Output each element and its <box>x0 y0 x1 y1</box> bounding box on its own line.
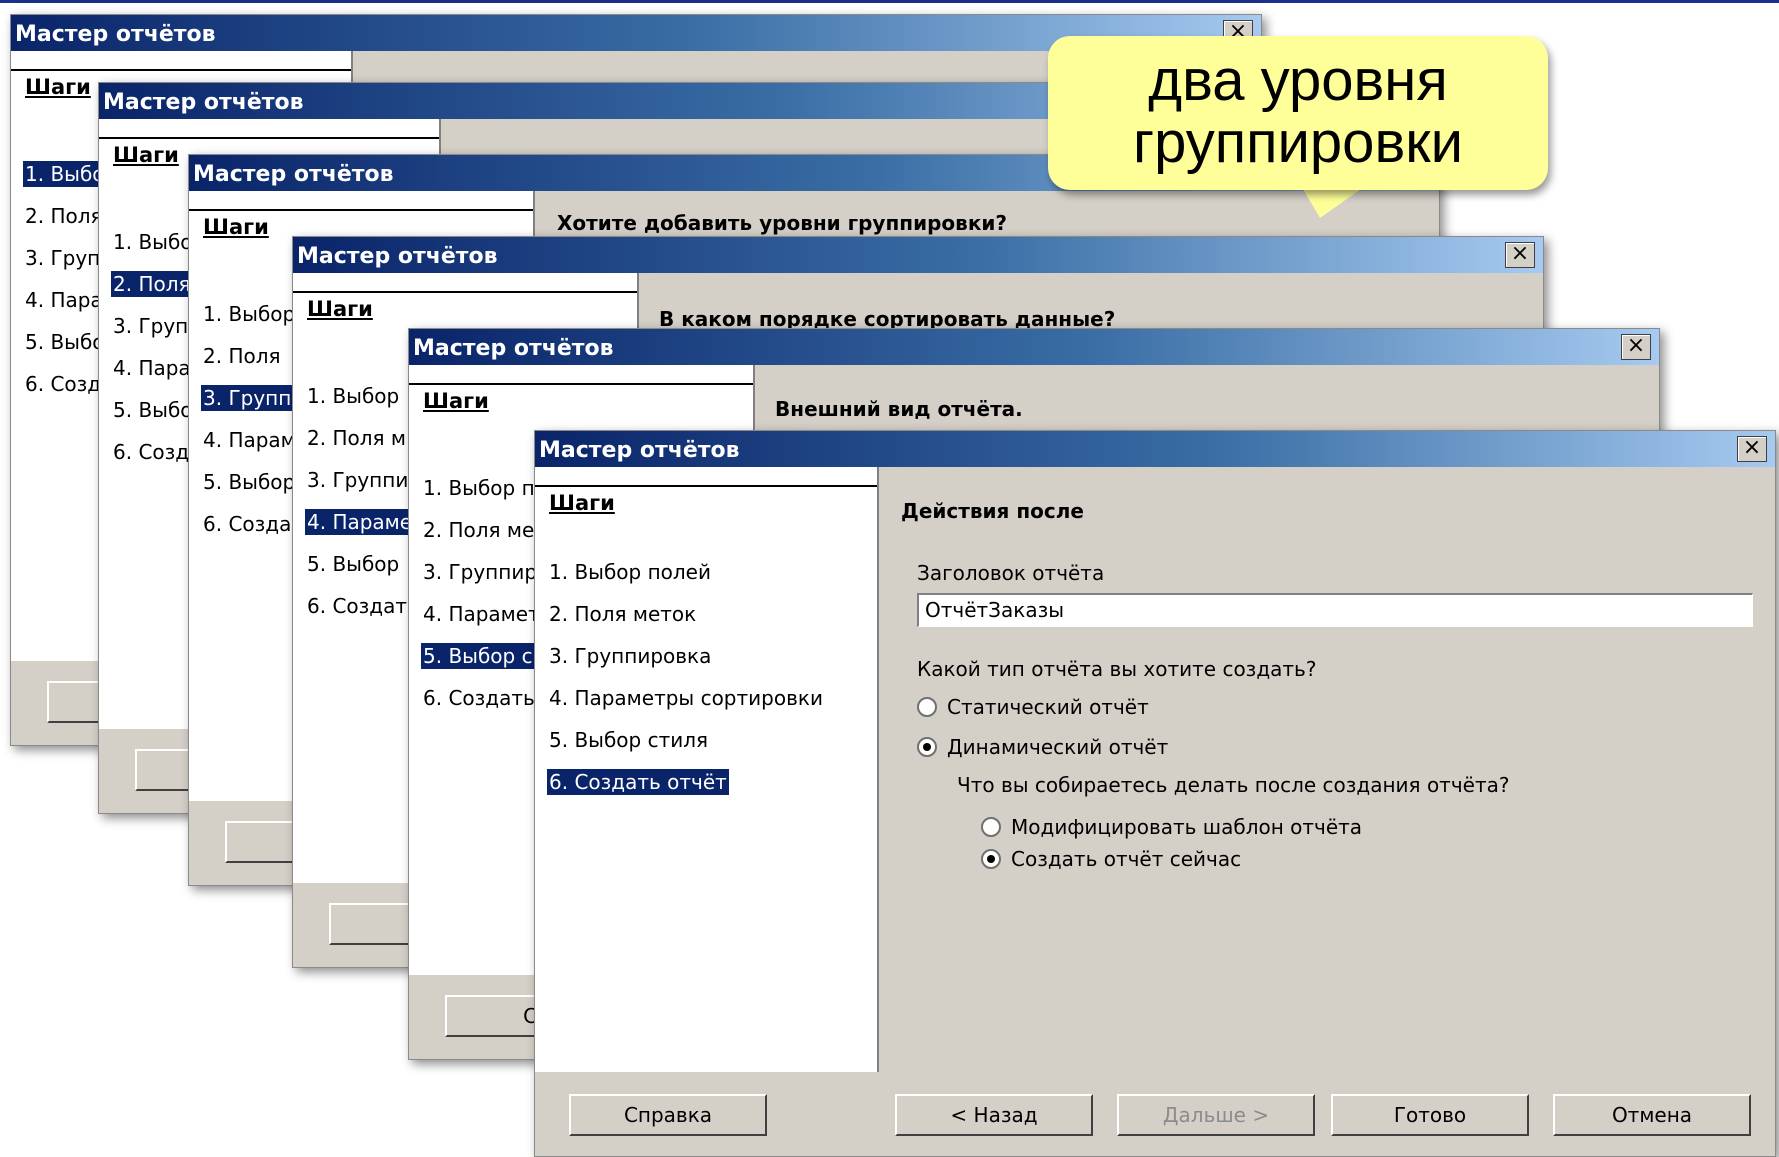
step-item[interactable]: 3. Группир <box>421 559 539 585</box>
report-title-input[interactable]: ОтчётЗаказы <box>917 593 1753 627</box>
steps-header: Шаги <box>307 297 373 321</box>
step-item[interactable]: 2. Поля <box>23 203 105 229</box>
step-item-sort-options[interactable]: 4. Параметры сортировки <box>547 685 825 711</box>
step-item-choose-style[interactable]: 5. Выбор стиля <box>547 727 710 753</box>
steps-divider <box>99 137 439 139</box>
step-item[interactable]: 5. Выбор <box>305 551 401 577</box>
step-item[interactable]: 1. Выбор <box>305 383 401 409</box>
callout-text: два уровня группировки <box>1048 50 1548 174</box>
callout-line-1: два уровня <box>1148 48 1448 113</box>
steps-panel: Шаги 1. Выбор полей 2. Поля меток 3. Гру… <box>535 467 879 1072</box>
window-title: Мастер отчётов <box>15 22 216 47</box>
after-creation-question: Что вы собираетесь делать после создания… <box>957 773 1510 797</box>
steps-header: Шаги <box>549 491 615 515</box>
cancel-button[interactable]: Отмена <box>1553 1094 1751 1136</box>
step-item[interactable]: 2. Поля <box>201 343 283 369</box>
step-item[interactable]: 2. Поля м <box>305 425 408 451</box>
static-report-option[interactable]: Статический отчёт <box>917 695 1317 721</box>
close-button[interactable]: × <box>1737 436 1767 462</box>
dynamic-report-radio[interactable] <box>917 737 937 757</box>
step-item-selected[interactable]: 2. Поля <box>111 271 193 297</box>
report-type-question: Какой тип отчёта вы хотите создать? <box>917 657 1317 681</box>
steps-header: Шаги <box>423 389 489 413</box>
step-item[interactable]: 6. Созд <box>111 439 191 465</box>
step-item[interactable]: 1. Выбо <box>111 229 195 255</box>
steps-divider <box>409 383 753 385</box>
steps-divider <box>535 485 877 487</box>
step-item[interactable]: 6. Создат <box>305 593 409 619</box>
finish-button[interactable]: Готово <box>1331 1094 1529 1136</box>
step-item-selected[interactable]: 5. Выбор с <box>421 643 535 669</box>
create-now-radio[interactable] <box>981 849 1001 869</box>
step-item[interactable]: 5. Выбо <box>111 397 195 423</box>
modify-template-label: Модифицировать шаблон отчёта <box>1011 815 1363 839</box>
wizard-dialog-main: Мастер отчётов × Шаги 1. Выбор полей 2. … <box>534 430 1776 1157</box>
dynamic-report-option[interactable]: Динамический отчёт <box>917 735 1317 761</box>
title-bar[interactable]: Мастер отчётов × <box>293 237 1543 273</box>
step-item[interactable]: 1. Выбор п <box>421 475 537 501</box>
create-now-label: Создать отчёт сейчас <box>1011 847 1242 871</box>
modify-template-radio[interactable] <box>981 817 1001 837</box>
step-item[interactable]: 6. Созда <box>201 511 293 537</box>
panel-title: Хотите добавить уровни группировки? <box>557 211 1008 235</box>
panel-title: Внешний вид отчёта. <box>775 397 1023 421</box>
callout-line-2: группировки <box>1132 110 1464 175</box>
panel-title: Действия после <box>901 499 1084 523</box>
step-item[interactable]: 4. Парам <box>201 427 298 453</box>
step-item[interactable]: 1. Выбор <box>201 301 297 327</box>
steps-divider <box>293 291 637 293</box>
steps-header: Шаги <box>113 143 179 167</box>
step-item-selected[interactable]: 4. Параме <box>305 509 415 535</box>
step-item[interactable]: 5. Выбор <box>201 469 297 495</box>
step-item[interactable]: 4. Пара <box>23 287 105 313</box>
step-item[interactable]: 4. Пара <box>111 355 193 381</box>
window-title: Мастер отчётов <box>413 336 614 361</box>
close-button[interactable]: × <box>1621 334 1651 360</box>
static-report-label: Статический отчёт <box>947 695 1149 719</box>
dynamic-report-label: Динамический отчёт <box>947 735 1169 759</box>
steps-header: Шаги <box>25 75 91 99</box>
step-item-select-fields[interactable]: 1. Выбор полей <box>547 559 713 585</box>
close-button[interactable]: × <box>1505 242 1535 268</box>
step-item[interactable]: 6. Созд <box>23 371 103 397</box>
step-item-create-report[interactable]: 6. Создать отчёт <box>547 769 729 795</box>
steps-divider <box>11 69 351 71</box>
title-bar[interactable]: Мастер отчётов × <box>535 431 1775 467</box>
callout-note: два уровня группировки <box>1048 36 1548 190</box>
step-item-selected[interactable]: 1. Выбо <box>23 161 107 187</box>
title-bar[interactable]: Мастер отчётов × <box>409 329 1659 365</box>
step-item[interactable]: 3. Груп <box>111 313 190 339</box>
window-title: Мастер отчётов <box>297 244 498 269</box>
report-title-label: Заголовок отчёта <box>917 561 1105 585</box>
next-button[interactable]: Дальше > <box>1117 1094 1315 1136</box>
help-button[interactable]: Справка <box>569 1094 767 1136</box>
modify-template-option[interactable]: Модифицировать шаблон отчёта <box>981 815 1481 841</box>
steps-divider <box>189 209 533 211</box>
step-item-grouping[interactable]: 3. Группировка <box>547 643 713 669</box>
window-title: Мастер отчётов <box>539 438 740 463</box>
step-item-selected[interactable]: 3. Групп <box>201 385 294 411</box>
step-item[interactable]: 2. Поля ме <box>421 517 536 543</box>
back-button[interactable]: < Назад <box>895 1094 1093 1136</box>
step-item[interactable]: 3. Группи <box>305 467 410 493</box>
create-now-option[interactable]: Создать отчёт сейчас <box>981 847 1481 873</box>
step-item[interactable]: 4. Парамет <box>421 601 542 627</box>
step-item-label-fields[interactable]: 2. Поля меток <box>547 601 698 627</box>
steps-header: Шаги <box>203 215 269 239</box>
window-title: Мастер отчётов <box>193 162 394 187</box>
window-title: Мастер отчётов <box>103 90 304 115</box>
step-item[interactable]: 3. Груп <box>23 245 102 271</box>
top-rule <box>0 0 1779 3</box>
step-item[interactable]: 6. Создать <box>421 685 537 711</box>
step-item[interactable]: 5. Выбо <box>23 329 107 355</box>
static-report-radio[interactable] <box>917 697 937 717</box>
